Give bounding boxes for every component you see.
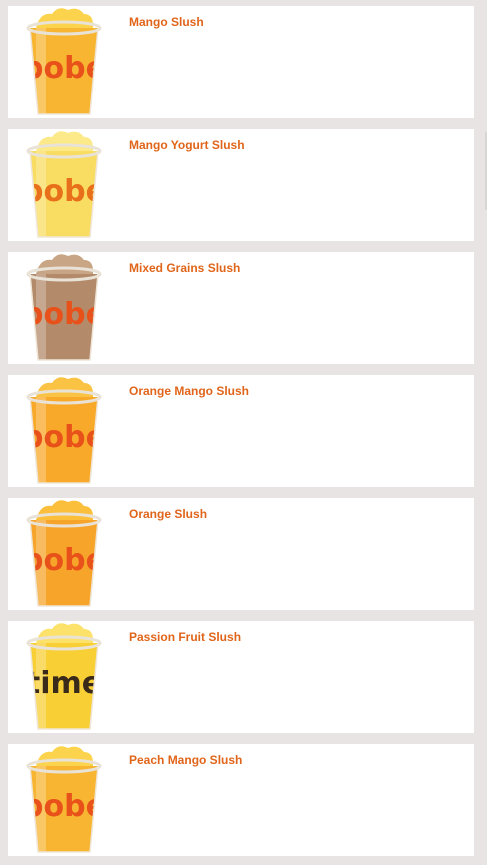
drink-cup-image: bobe xyxy=(26,254,102,361)
product-card[interactable]: bobe Peach Mango Slush xyxy=(8,744,474,856)
drink-cup-image: bobe xyxy=(26,500,102,607)
product-card[interactable]: bobe Mixed Grains Slush xyxy=(8,252,474,364)
slush-top xyxy=(36,131,94,151)
product-card[interactable]: time Passion Fruit Slush xyxy=(8,621,474,733)
product-title[interactable]: Peach Mango Slush xyxy=(129,753,242,767)
product-title[interactable]: Mango Slush xyxy=(129,15,204,29)
product-card[interactable]: bobe Orange Mango Slush xyxy=(8,375,474,487)
cup-logo: time xyxy=(26,666,102,701)
drink-cup-image: time xyxy=(26,623,102,730)
product-image[interactable]: bobe xyxy=(22,252,106,364)
product-card[interactable]: bobe Mango Yogurt Slush xyxy=(8,129,474,241)
product-title[interactable]: Mixed Grains Slush xyxy=(129,261,240,275)
slush-top xyxy=(36,623,94,643)
drink-cup-image: bobe xyxy=(26,131,102,238)
drink-cup-image: bobe xyxy=(26,8,102,115)
slush-top xyxy=(36,377,94,397)
drink-cup-image: bobe xyxy=(26,377,102,484)
product-image[interactable]: bobe xyxy=(22,375,106,487)
slush-top xyxy=(36,254,94,274)
product-image[interactable]: bobe xyxy=(22,129,106,241)
slush-top xyxy=(36,8,94,28)
product-card[interactable]: bobe Mango Slush xyxy=(8,6,474,118)
product-title[interactable]: Orange Mango Slush xyxy=(129,384,249,398)
drink-cup-image: bobe xyxy=(26,746,102,853)
product-image[interactable]: bobe xyxy=(22,498,106,610)
product-image[interactable]: time xyxy=(22,621,106,733)
product-title[interactable]: Orange Slush xyxy=(129,507,207,521)
product-title[interactable]: Passion Fruit Slush xyxy=(129,630,241,644)
product-image[interactable]: bobe xyxy=(22,6,106,118)
product-card[interactable]: bobe Orange Slush xyxy=(8,498,474,610)
product-title[interactable]: Mango Yogurt Slush xyxy=(129,138,245,152)
slush-top xyxy=(36,500,94,520)
slush-top xyxy=(36,746,94,766)
product-image[interactable]: bobe xyxy=(22,744,106,856)
product-list: bobe Mango Slush bobe Mango Yogurt Slush… xyxy=(0,0,487,865)
